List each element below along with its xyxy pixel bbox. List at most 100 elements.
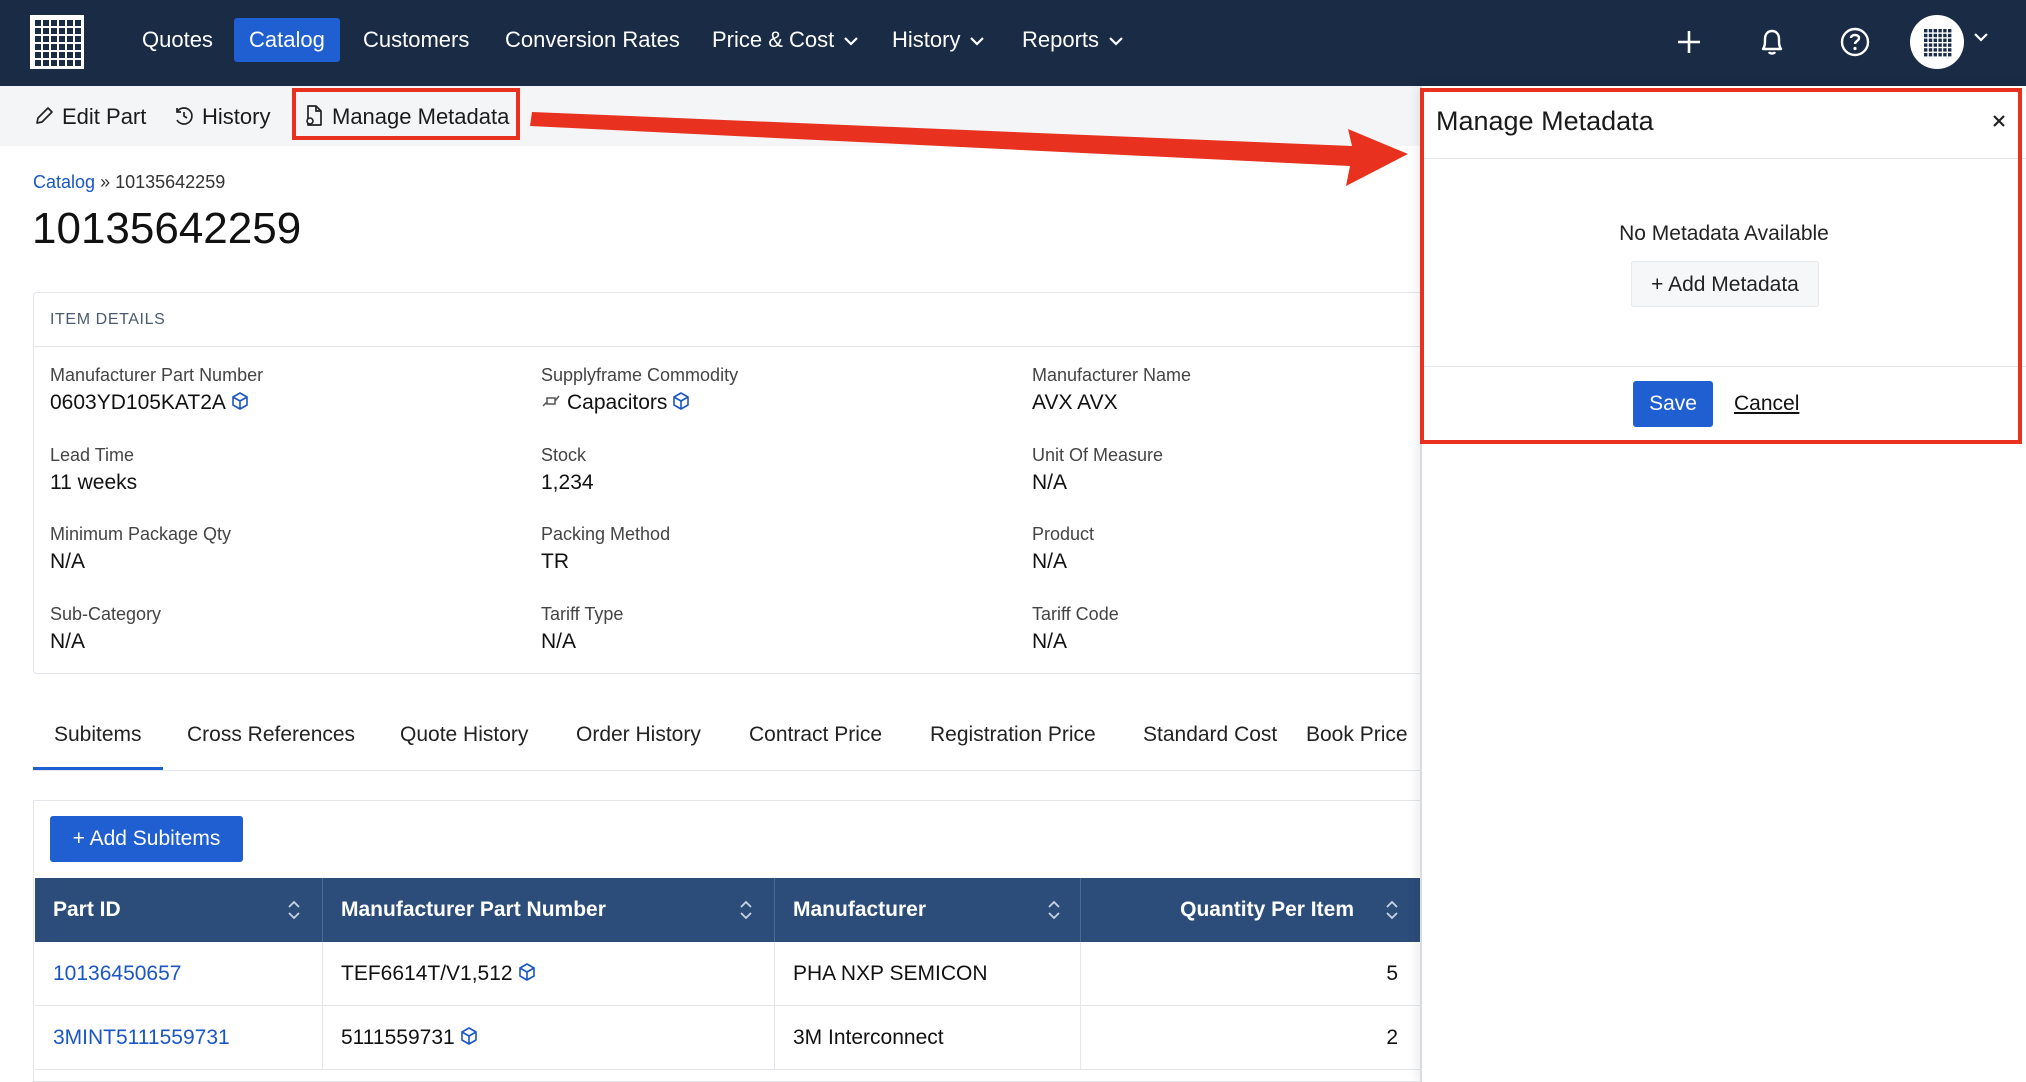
grid-cell: [1924, 29, 1928, 33]
field-value: Capacitors: [567, 391, 668, 414]
app-logo[interactable]: [30, 15, 84, 69]
grid-cell: [75, 36, 81, 42]
grid-cell: [1948, 33, 1952, 38]
plus-icon[interactable]: [1667, 20, 1711, 64]
tab-registration-price[interactable]: Registration Price: [909, 715, 1117, 770]
grid-cell: [59, 44, 65, 50]
column-header-quantity-per-item[interactable]: Quantity Per Item: [1081, 878, 1421, 942]
nav-price-cost[interactable]: Price & Cost: [697, 18, 873, 62]
grid-cell: [59, 20, 65, 26]
capacitor-icon: [542, 395, 560, 407]
tab-label: Registration Price: [930, 723, 1096, 746]
nav-quotes-label: Quotes: [142, 27, 213, 52]
grid-cell: [1943, 38, 1947, 42]
nav-customers[interactable]: Customers: [348, 18, 484, 62]
column-label: Part ID: [53, 898, 121, 921]
cube-icon[interactable]: [459, 1026, 479, 1046]
sort-icon[interactable]: [1385, 900, 1399, 920]
breadcrumb-catalog-link[interactable]: Catalog: [33, 172, 95, 192]
pencil-icon: [36, 107, 53, 125]
grid-cell: [59, 28, 65, 34]
tab-cross-references[interactable]: Cross References: [166, 715, 376, 770]
column-header-part-id[interactable]: Part ID: [35, 878, 323, 942]
field-value: 0603YD105KAT2A: [50, 391, 226, 414]
grid-cell: [35, 28, 41, 34]
cube-icon[interactable]: [230, 391, 250, 411]
annotation-highlight-drawer: [1420, 88, 2022, 444]
tab-book-price[interactable]: Book Price: [1285, 715, 1423, 770]
quantity-cell: 2: [1081, 1006, 1421, 1070]
grid-cell: [35, 20, 41, 26]
breadcrumb-separator: »: [100, 172, 111, 192]
tab-label: Quote History: [400, 723, 529, 746]
table-header: Part ID Manufacturer Part Number Manufac…: [35, 878, 1421, 942]
grid-cell: [67, 20, 73, 26]
sort-icon[interactable]: [1047, 900, 1061, 920]
chevron-down-icon[interactable]: [1974, 33, 1988, 42]
breadcrumb-current: 10135642259: [115, 172, 226, 192]
annotation-highlight-toolbar: [292, 88, 520, 140]
field-label: Minimum Package Qty: [50, 524, 232, 544]
grid-cell: [1928, 48, 1933, 52]
grid-cell: [59, 36, 65, 42]
grid-cell: [75, 20, 81, 26]
avatar[interactable]: [1910, 15, 1964, 69]
grid-cell: [1938, 29, 1942, 33]
grid-cell: [1938, 43, 1942, 47]
nav-history[interactable]: History: [877, 18, 999, 62]
grid-cell: [43, 44, 49, 50]
tab-label: Book Price: [1306, 723, 1408, 746]
grid-cell: [43, 36, 49, 42]
grid-cell: [1933, 48, 1937, 52]
nav-conversion-rates[interactable]: Conversion Rates: [490, 18, 695, 62]
tab-contract-price[interactable]: Contract Price: [728, 715, 903, 770]
grid-cell: [1938, 48, 1942, 52]
column-header-manufacturer[interactable]: Manufacturer: [775, 878, 1081, 942]
cube-icon[interactable]: [517, 962, 537, 982]
grid-cell: [35, 60, 41, 66]
tab-label: Order History: [576, 723, 701, 746]
part-id-link[interactable]: 10136450657: [35, 942, 323, 1006]
nav-history-label: History: [892, 27, 961, 52]
history-button[interactable]: History: [174, 98, 270, 136]
edit-part-button[interactable]: Edit Part: [34, 98, 146, 136]
bell-icon[interactable]: [1750, 20, 1794, 64]
grid-cell: [67, 44, 73, 50]
item-details-header: ITEM DETAILS: [34, 293, 1433, 347]
cube-icon[interactable]: [671, 391, 691, 411]
tab-order-history[interactable]: Order History: [555, 715, 722, 770]
grid-cell: [1933, 43, 1937, 47]
grid-cell: [1948, 53, 1952, 57]
tab-standard-cost[interactable]: Standard Cost: [1122, 715, 1298, 770]
grid-cell: [1928, 33, 1933, 38]
part-id-link[interactable]: 3MINT5111559731: [35, 1006, 323, 1070]
table-row: 3MINT5111559731 5111559731 3M Interconne…: [35, 1006, 1421, 1070]
field-label: Packing Method: [541, 524, 671, 544]
grid-cell: [51, 52, 57, 58]
sort-icon[interactable]: [287, 900, 301, 920]
nav-quotes[interactable]: Quotes: [127, 18, 228, 62]
field-label: Stock: [541, 445, 587, 465]
tab-label: Subitems: [54, 723, 142, 746]
add-subitems-button[interactable]: + Add Subitems: [50, 816, 243, 862]
grid-cell: [51, 28, 57, 34]
grid-cell: [1928, 53, 1933, 57]
grid-cell: [1924, 53, 1928, 57]
grid-cell: [1928, 43, 1933, 47]
top-navigation-bar: Quotes Catalog Customers Conversion Rate…: [0, 0, 2026, 86]
grid-cell: [1933, 29, 1937, 33]
grid-cell: [59, 52, 65, 58]
sort-icon[interactable]: [739, 900, 753, 920]
grid-cell: [51, 44, 57, 50]
tab-label: Cross References: [187, 723, 356, 746]
tab-quote-history[interactable]: Quote History: [379, 715, 549, 770]
nav-reports[interactable]: Reports: [1007, 18, 1138, 62]
field-stock: Stock 1,234: [541, 443, 1001, 499]
column-header-manufacturer-part-number[interactable]: Manufacturer Part Number: [323, 878, 775, 942]
edit-part-label: Edit Part: [62, 104, 147, 129]
help-icon[interactable]: [1833, 20, 1877, 64]
chevron-down-icon: [970, 36, 985, 46]
field-manufacturer-part-number: Manufacturer Part Number 0603YD105KAT2A: [50, 363, 510, 419]
nav-catalog[interactable]: Catalog: [234, 18, 340, 62]
tab-subitems[interactable]: Subitems: [33, 715, 163, 770]
